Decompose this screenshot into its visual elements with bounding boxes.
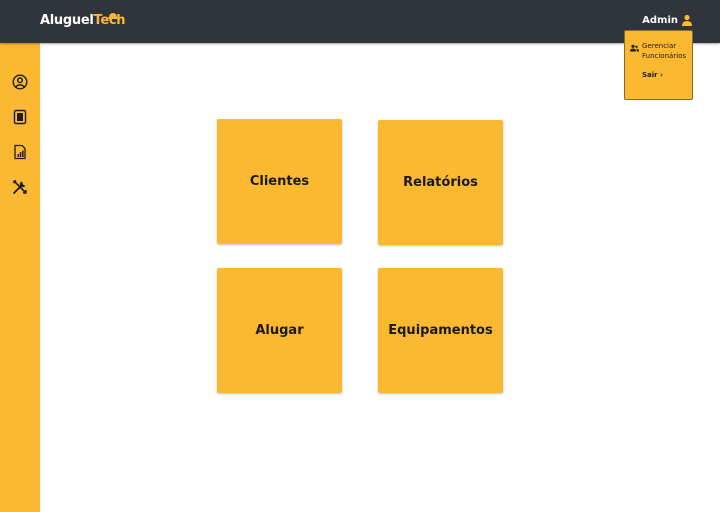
tools-icon[interactable]: [12, 179, 28, 195]
tile-clientes[interactable]: Clientes: [217, 119, 342, 244]
manage-employees-link-line1[interactable]: Gerenciar: [642, 42, 676, 51]
logo-text-part1: Aluguel: [40, 13, 94, 28]
tile-label: Alugar: [255, 323, 304, 338]
tile-relatorios[interactable]: Relatórios: [378, 120, 503, 245]
user-icon[interactable]: [681, 14, 693, 26]
manage-employees-link-line2[interactable]: Funcionários: [642, 52, 686, 61]
tile-label: Clientes: [249, 174, 310, 189]
report-chart-icon[interactable]: [12, 144, 28, 160]
admin-menu-trigger[interactable]: Admin: [642, 15, 678, 26]
document-icon[interactable]: [12, 109, 28, 125]
tile-label: Equipamentos: [388, 323, 493, 338]
logout-link[interactable]: Sair ›: [642, 71, 663, 79]
user-dropdown-menu: Gerenciar Funcionários Sair ›: [624, 30, 693, 100]
user-circle-icon[interactable]: [12, 74, 28, 90]
top-bar: AluguelTech Admin: [0, 0, 720, 43]
tile-label: Relatórios: [403, 175, 478, 190]
helmet-icon: [108, 13, 118, 19]
tile-alugar[interactable]: Alugar: [217, 268, 342, 393]
sidebar: [0, 43, 40, 512]
tile-equipamentos[interactable]: Equipamentos: [378, 268, 503, 393]
users-icon: [630, 44, 639, 52]
